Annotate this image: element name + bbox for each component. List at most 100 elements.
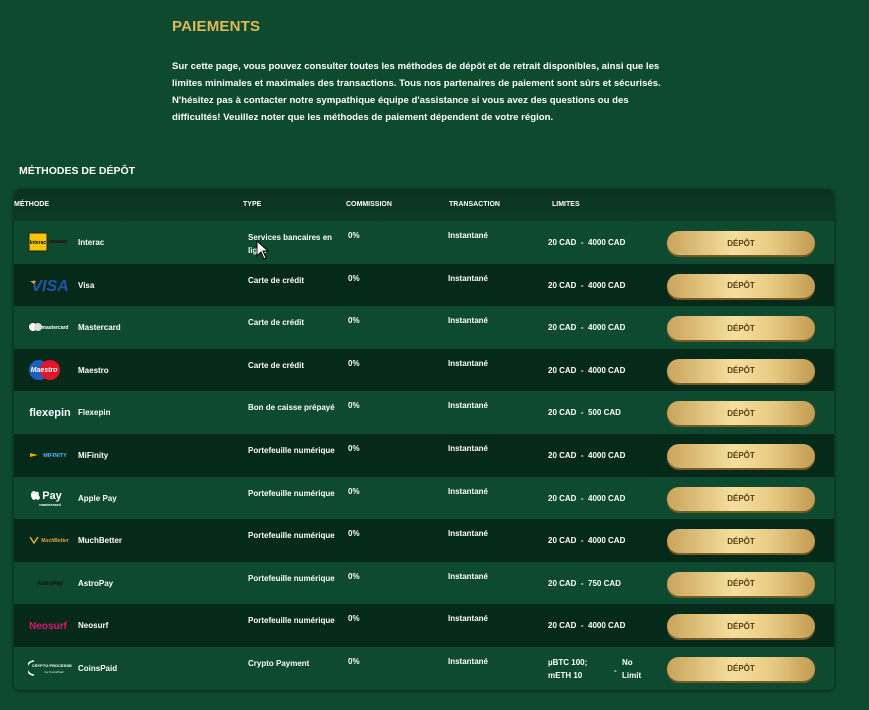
interac-logo-text: Interac bbox=[30, 240, 47, 246]
row-transaction: Instantané bbox=[448, 656, 489, 666]
row-limits: 20 CAD - 4000 CAD bbox=[548, 238, 626, 247]
page-title: PAIEMENTS bbox=[172, 18, 261, 35]
muchbetter-logo-icon: MuchBetter bbox=[28, 530, 72, 550]
table-row: Pay mastercard Apple Pay Portefeuille numér… bbox=[14, 476, 834, 520]
row-method-name: MuchBetter bbox=[78, 536, 123, 546]
table-row: AstroPay AstroPay Portefeuille numérique 0%… bbox=[14, 561, 834, 605]
row-transaction: Instantané bbox=[448, 614, 489, 624]
row-limits: 20 CAD - 4000 CAD bbox=[548, 493, 626, 503]
deposit-button[interactable]: DÉPÔT bbox=[667, 614, 815, 639]
interac-logo-icon: Interac bbox=[28, 232, 72, 252]
table-row: Maestro Maestro Carte de crédit 0% Instantan… bbox=[14, 348, 834, 392]
row-transaction: Instantané bbox=[448, 486, 489, 496]
mastercard-logo-icon: mastercard bbox=[28, 317, 72, 337]
row-method-name: Flexepin bbox=[78, 408, 111, 418]
row-method-name: Neosurf bbox=[78, 621, 109, 631]
mastercard-logo-text: mastercard bbox=[42, 325, 69, 331]
row-type: Crypto Payment bbox=[248, 658, 310, 668]
deposit-button[interactable]: DÉPÔT bbox=[667, 443, 815, 468]
row-limits: 20 CAD - 4000 CAD bbox=[548, 536, 626, 546]
astropay-logo-text: AstroPay bbox=[36, 581, 64, 587]
table-row: InteracInteracServices bancaires en lign… bbox=[14, 221, 834, 264]
row-type: Bon de caisse prépayé bbox=[248, 403, 335, 413]
row-commission: 0% bbox=[348, 656, 360, 666]
row-commission: 0% bbox=[348, 529, 360, 539]
row-commission: 0% bbox=[348, 443, 360, 453]
neosurf-logo-icon: Neosurf bbox=[28, 615, 72, 635]
deposit-button[interactable]: DÉPÔT bbox=[667, 656, 815, 681]
astropay-logo-icon: AstroPay bbox=[28, 573, 72, 593]
row-transaction: Instantané bbox=[448, 571, 489, 581]
row-commission: 0% bbox=[348, 486, 360, 496]
flexepin-logo-text: flexepin bbox=[29, 407, 71, 419]
table-header: MÉTHODE TYPE COMMISSION TRANSACTION LIMI… bbox=[14, 189, 834, 221]
table-row: VISA Visa Carte de crédit 0% Instantané 20 CA… bbox=[14, 263, 834, 307]
deposit-button[interactable]: DÉPÔT bbox=[667, 529, 815, 554]
row-type: Portefeuille numérique bbox=[248, 488, 335, 498]
deposit-button[interactable]: DÉPÔT bbox=[667, 571, 815, 596]
row-transaction: Instantané bbox=[448, 358, 489, 368]
applepay-logo-subtext: mastercard bbox=[39, 502, 61, 507]
mifinity-logo-text: MIFINITY bbox=[43, 453, 67, 459]
row-transaction: Instantané bbox=[448, 401, 489, 411]
row-transaction: Instantané bbox=[448, 316, 489, 326]
row-type: Portefeuille numérique bbox=[248, 531, 335, 541]
row-commission: 0% bbox=[348, 614, 360, 624]
row-commission: 0% bbox=[348, 358, 360, 368]
row-limits: 20 CAD - 4000 CAD bbox=[548, 450, 626, 460]
applepay-logo-text: Pay bbox=[42, 490, 62, 502]
row-limits: 20 CAD - 750 CAD bbox=[548, 578, 621, 588]
row-limits-min: µBTC 100; mETH 10 bbox=[548, 657, 588, 680]
row-commission: 0% bbox=[348, 401, 360, 411]
coinspaid-logo-icon: CRYPTO PROCESSING by CoinsPaid bbox=[28, 658, 72, 678]
table-row: mastercard Mastercard Carte de crédit 0% Ins… bbox=[14, 306, 834, 349]
row-transaction: Instantané bbox=[448, 529, 489, 539]
deposit-button[interactable]: DÉPÔT bbox=[667, 401, 815, 426]
row-transaction: Instantané bbox=[448, 231, 489, 240]
header-limits: LIMITES bbox=[552, 201, 580, 208]
visa-logo-text: VISA bbox=[31, 278, 68, 295]
maestro-logo-icon: Maestro bbox=[28, 359, 72, 380]
mifinity-logo-icon: MIFINITY bbox=[28, 445, 72, 465]
deposit-button[interactable]: DÉPÔT bbox=[667, 231, 815, 255]
visa-logo-icon: VISA bbox=[28, 275, 72, 295]
row-commission: 0% bbox=[348, 273, 360, 283]
maestro-logo-text: Maestro bbox=[31, 367, 59, 374]
row-commission: 0% bbox=[348, 231, 360, 240]
row-type: Carte de crédit bbox=[248, 275, 305, 285]
deposit-button[interactable]: DÉPÔT bbox=[667, 273, 815, 298]
header-transaction: TRANSACTION bbox=[449, 201, 500, 208]
row-transaction: Instantané bbox=[448, 273, 489, 283]
row-transaction: Instantané bbox=[448, 443, 489, 453]
row-method-name: Maestro bbox=[78, 365, 109, 375]
row-commission: 0% bbox=[348, 316, 360, 326]
deposit-button[interactable]: DÉPÔT bbox=[667, 358, 815, 383]
coinspaid-logo-text: CRYPTO PROCESSING bbox=[32, 663, 72, 668]
header-type: TYPE bbox=[243, 201, 262, 208]
header-method: MÉTHODE bbox=[14, 201, 49, 208]
row-limits: 20 CAD - 500 CAD bbox=[548, 408, 621, 418]
applepay-logo-icon: Pay mastercard bbox=[28, 488, 72, 508]
coinspaid-logo-subtext: by CoinsPaid bbox=[44, 670, 63, 674]
row-method-name: AstroPay bbox=[78, 578, 114, 588]
table-row: MIFINITY MiFinity Portefeuille numérique 0%… bbox=[14, 433, 834, 477]
deposit-button[interactable]: DÉPÔT bbox=[667, 486, 815, 511]
row-commission: 0% bbox=[348, 571, 360, 581]
section-title-deposit: MÉTHODES DE DÉPÔT bbox=[19, 165, 136, 177]
row-method-name: CoinsPaid bbox=[78, 663, 118, 673]
row-type: Portefeuille numérique bbox=[248, 445, 335, 455]
muchbetter-logo-text: MuchBetter bbox=[41, 538, 69, 544]
row-method-name: Visa bbox=[78, 280, 95, 290]
row-type: Portefeuille numérique bbox=[248, 616, 335, 626]
row-type: Portefeuille numérique bbox=[248, 573, 335, 583]
table-row: MuchBetter MuchBetter Portefeuille numériq… bbox=[14, 519, 834, 562]
table-row: Neosurf Neosurf Portefeuille numérique 0% In… bbox=[14, 604, 834, 647]
table-row: flexepin Flexepin Bon de caisse prépayé 0% I… bbox=[14, 391, 834, 434]
page-intro: Sur cette page, vous pouvez consulter to… bbox=[172, 61, 661, 123]
deposit-button[interactable]: DÉPÔT bbox=[667, 316, 815, 341]
row-type: Carte de crédit bbox=[248, 318, 305, 328]
row-limits: 20 CAD - 4000 CAD bbox=[548, 323, 626, 333]
neosurf-logo-text: Neosurf bbox=[29, 621, 67, 632]
table-body: InteracInteracServices bancaires en lign… bbox=[14, 221, 834, 690]
row-method-name: Interac bbox=[78, 238, 105, 247]
